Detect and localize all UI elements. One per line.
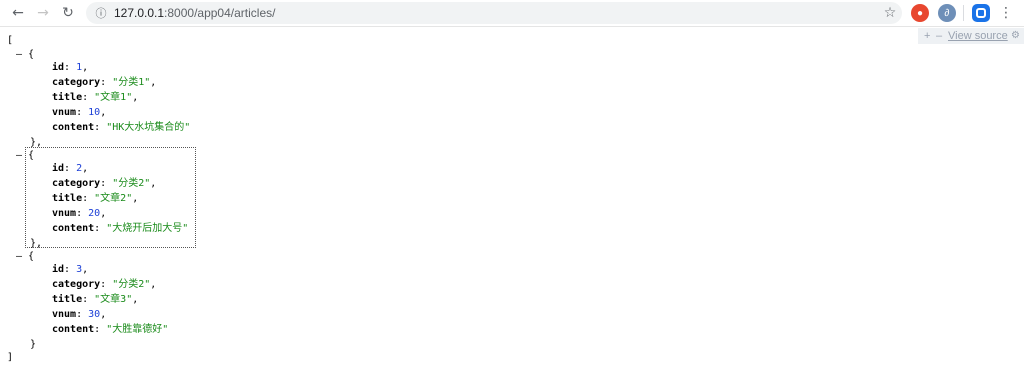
back-icon[interactable]: ← [8, 3, 28, 23]
object-3-close: } [30, 339, 37, 350]
value-string: "文章2" [94, 193, 133, 204]
kebab-menu-icon[interactable]: ⋮ [997, 3, 1015, 23]
key-label: content [52, 223, 95, 234]
value-string: "文章3" [94, 294, 133, 305]
object-1-open: – { [16, 49, 35, 60]
array-open-bracket: [ [7, 35, 14, 46]
value-string: "文章1" [94, 92, 133, 103]
value-string: "分类1" [112, 77, 151, 88]
field-content: content: "大烧开后加大号" [52, 223, 189, 234]
toolbar-divider [963, 5, 964, 21]
key-label: vnum [52, 208, 77, 219]
key-label: id [52, 264, 65, 275]
browser-toolbar: ← → ↻ ⓘ 127.0.0.1:8000/app04/articles/ ☆… [0, 0, 1024, 27]
field-vnum: vnum: 10, [52, 107, 107, 118]
key-label: vnum [52, 309, 77, 320]
key-label: vnum [52, 107, 77, 118]
value-string: "大烧开后加大号" [106, 223, 189, 234]
key-label: id [52, 62, 65, 73]
collapse-all-button[interactable]: – [936, 28, 942, 44]
gear-icon[interactable]: ⚙ [1011, 28, 1020, 44]
field-category: category: "分类2", [52, 279, 157, 290]
view-source-link[interactable]: View source [948, 28, 1008, 44]
expand-all-button[interactable]: + [924, 28, 930, 44]
extension-weibo-icon[interactable]: ● [911, 4, 929, 22]
value-number: 20 [88, 208, 101, 219]
collapse-toggle[interactable]: – [16, 251, 22, 262]
key-label: title [52, 92, 83, 103]
field-vnum: vnum: 20, [52, 208, 107, 219]
key-label: category [52, 279, 101, 290]
value-number: 30 [88, 309, 101, 320]
address-bar[interactable]: ⓘ 127.0.0.1:8000/app04/articles/ [86, 2, 902, 24]
value-string: "分类2" [112, 279, 151, 290]
field-id: id: 1, [52, 62, 89, 73]
collapse-toggle[interactable]: – [16, 150, 22, 161]
field-id: id: 3, [52, 264, 89, 275]
field-content: content: "HK大水坑集合的" [52, 122, 191, 133]
field-category: category: "分类2", [52, 178, 157, 189]
array-close-bracket: ] [7, 352, 14, 363]
field-vnum: vnum: 30, [52, 309, 107, 320]
field-title: title: "文章2", [52, 193, 139, 204]
field-title: title: "文章3", [52, 294, 139, 305]
url-host: 127.0.0.1 [114, 6, 165, 20]
extension-square-icon[interactable] [972, 4, 990, 22]
url-text[interactable]: 127.0.0.1:8000/app04/articles/ [114, 5, 275, 21]
reload-icon[interactable]: ↻ [58, 3, 78, 23]
key-label: title [52, 294, 83, 305]
object-3-open: – { [16, 251, 35, 262]
key-label: category [52, 77, 101, 88]
value-number: 10 [88, 107, 101, 118]
collapse-toggle[interactable]: – [16, 49, 22, 60]
key-label: category [52, 178, 101, 189]
value-string: "HK大水坑集合的" [106, 122, 191, 133]
field-id: id: 2, [52, 163, 89, 174]
field-content: content: "大胜靠德好" [52, 324, 169, 335]
value-string: "分类2" [112, 178, 151, 189]
field-category: category: "分类1", [52, 77, 157, 88]
json-viewer-toolbar: + – View source ⚙ [918, 28, 1024, 44]
url-path: :8000/app04/articles/ [164, 6, 276, 20]
object-2-open: – { [16, 150, 35, 161]
key-label: id [52, 163, 65, 174]
info-icon[interactable]: ⓘ [94, 6, 108, 20]
field-title: title: "文章1", [52, 92, 139, 103]
key-label: title [52, 193, 83, 204]
key-label: content [52, 324, 95, 335]
extension-feather-icon[interactable]: ∂ [938, 4, 956, 22]
value-string: "大胜靠德好" [106, 324, 169, 335]
key-label: content [52, 122, 95, 133]
forward-icon[interactable]: → [33, 3, 53, 23]
star-icon[interactable]: ☆ [880, 3, 900, 23]
